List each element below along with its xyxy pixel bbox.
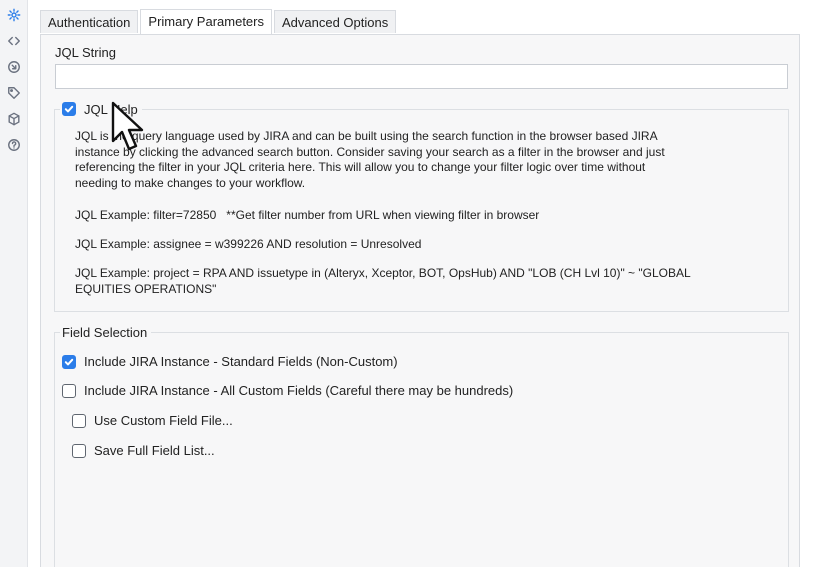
- option-save-full-field-list[interactable]: Save Full Field List...: [72, 443, 215, 458]
- jql-example-project-line: JQL Example: project = RPA AND issuetype…: [75, 266, 691, 280]
- jql-example-filter: JQL Example: filter=72850 **Get filter n…: [75, 208, 540, 222]
- save-full-field-list-label: Save Full Field List...: [94, 443, 215, 458]
- tab-advanced-options[interactable]: Advanced Options: [273, 10, 397, 33]
- field-selection-label: Field Selection: [62, 324, 148, 340]
- help-icon[interactable]: [5, 136, 23, 154]
- jql-string-input[interactable]: [55, 64, 788, 89]
- arrow-circle-icon[interactable]: [5, 58, 23, 76]
- jql-example-assignee: JQL Example: assignee = w399226 AND reso…: [75, 237, 422, 251]
- option-custom-fields[interactable]: Include JIRA Instance - All Custom Field…: [62, 383, 513, 398]
- help-paragraph-line: referencing the filter in your JQL crite…: [75, 160, 646, 174]
- left-tool-rail: [0, 0, 28, 567]
- tab-authentication[interactable]: Authentication: [40, 10, 139, 33]
- custom-fields-checkbox[interactable]: [62, 383, 76, 398]
- save-full-field-list-checkbox[interactable]: [72, 443, 86, 458]
- tag-icon[interactable]: [5, 84, 23, 102]
- help-paragraph-line: needing to make changes to your workflow…: [75, 175, 306, 190]
- standard-fields-checkbox[interactable]: [62, 354, 76, 369]
- help-paragraph-line: JQL is the query language used by JIRA a…: [75, 129, 658, 143]
- standard-fields-label: Include JIRA Instance - Standard Fields …: [84, 354, 398, 369]
- tab-bar: Authentication Primary Parameters Advanc…: [40, 9, 398, 34]
- custom-fields-label: Include JIRA Instance - All Custom Field…: [84, 383, 514, 398]
- code-icon[interactable]: [5, 32, 23, 50]
- option-standard-fields[interactable]: Include JIRA Instance - Standard Fields …: [62, 354, 398, 369]
- jql-help-checkbox[interactable]: [62, 102, 76, 116]
- jql-help-toggle[interactable]: JQL Help: [60, 100, 142, 118]
- custom-field-file-label: Use Custom Field File...: [94, 413, 233, 428]
- jql-string-label: JQL String: [55, 45, 116, 60]
- option-custom-field-file[interactable]: Use Custom Field File...: [72, 413, 233, 428]
- field-selection-title: Field Selection: [60, 323, 152, 341]
- help-paragraph-line: instance by clicking the advanced search…: [75, 144, 665, 159]
- custom-field-file-checkbox[interactable]: [72, 413, 86, 428]
- jql-help-label: JQL Help: [84, 101, 138, 117]
- cube-icon[interactable]: [5, 110, 23, 128]
- gear-icon[interactable]: [5, 6, 23, 24]
- jql-example-project-line: EQUITIES OPERATIONS": [75, 281, 217, 296]
- tab-primary-parameters[interactable]: Primary Parameters: [140, 9, 272, 34]
